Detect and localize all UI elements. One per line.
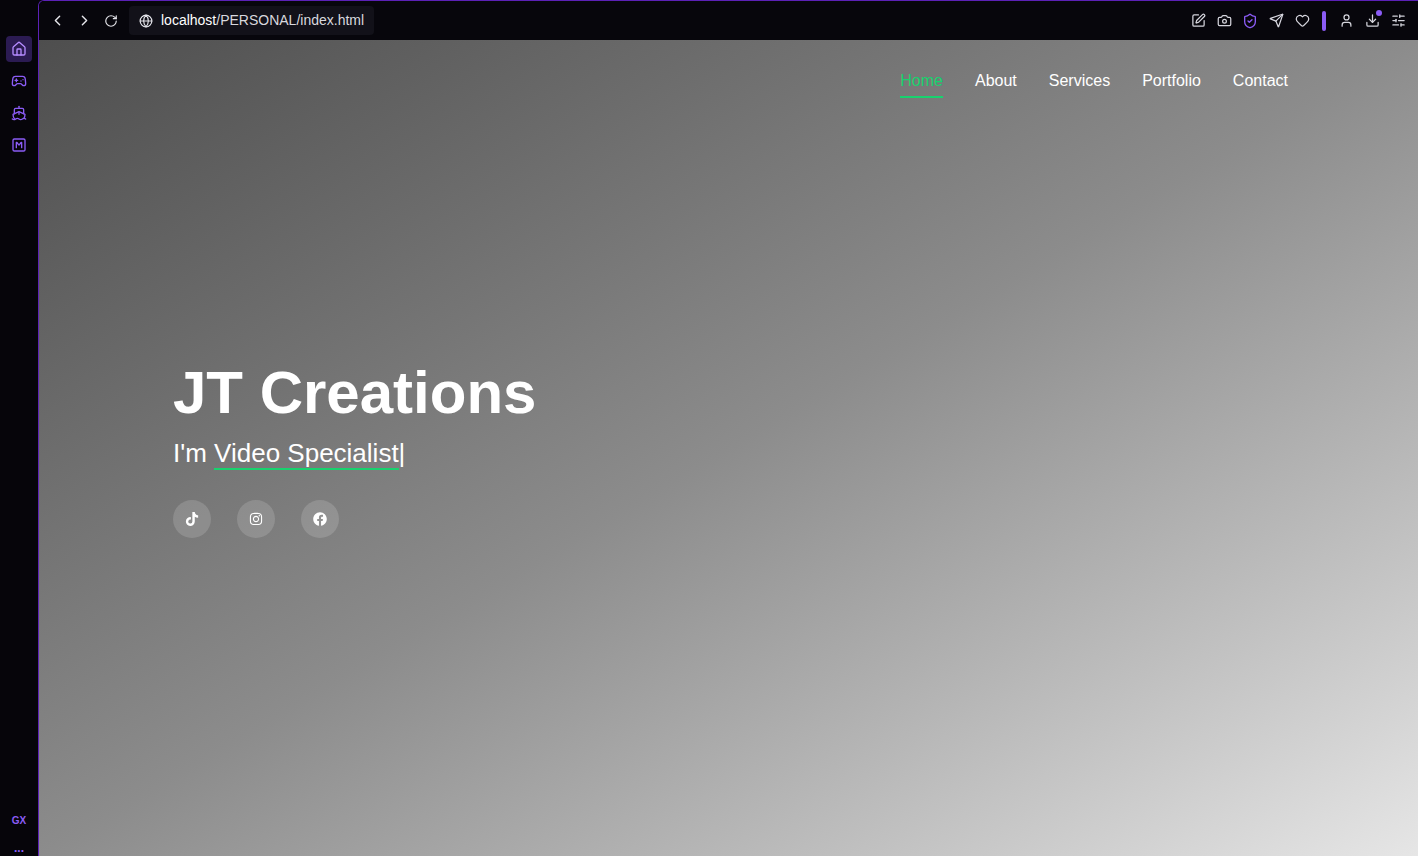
social-link[interactable] (301, 500, 339, 538)
nav-link[interactable]: Services (1049, 70, 1110, 98)
social-link[interactable] (237, 500, 275, 538)
browser-sidebar: GX... (0, 0, 38, 856)
browser-toolbar: localhost/PERSONAL/index.html (39, 1, 1418, 40)
settings-icon (1391, 13, 1406, 28)
edit-button[interactable] (1186, 9, 1210, 33)
reload-icon (104, 14, 118, 28)
forward-icon (76, 12, 93, 29)
typed-text: Video Specialist (214, 438, 399, 470)
user-icon (1339, 13, 1354, 28)
sidebar-item[interactable] (6, 132, 32, 158)
vpn-button[interactable] (1238, 9, 1262, 33)
typed-cursor: | (399, 438, 406, 468)
back-icon (49, 12, 66, 29)
address-bar[interactable]: localhost/PERSONAL/index.html (129, 6, 374, 35)
settings-button[interactable] (1386, 9, 1410, 33)
snapshot-icon (1217, 13, 1232, 28)
m-icon (11, 137, 27, 153)
heart-button[interactable] (1290, 9, 1314, 33)
globe-icon (139, 14, 153, 28)
heart-icon (1295, 13, 1310, 28)
edit-icon (1191, 13, 1206, 28)
browser-window: GX... localhost/PERSONAL/index.html Home Ab… (0, 0, 1418, 856)
hero-title: JT Creations (173, 360, 1288, 426)
tiktok-icon (185, 512, 199, 526)
site-nav: Home About Services Portfolio Contact (173, 40, 1288, 98)
back-button[interactable] (45, 9, 69, 33)
sidebar-item[interactable] (6, 68, 32, 94)
games-icon (11, 73, 27, 89)
send-button[interactable] (1264, 9, 1288, 33)
sidebar-item[interactable] (6, 100, 32, 126)
reload-button[interactable] (99, 9, 123, 33)
forward-button[interactable] (72, 9, 96, 33)
browser-main: localhost/PERSONAL/index.html Home About Se… (38, 0, 1418, 856)
facebook-icon (313, 512, 327, 526)
hero-content: JT Creations I'm Video Specialist| (173, 360, 1288, 538)
vpn-icon (1242, 13, 1258, 29)
home-icon (11, 41, 27, 57)
download-badge (1376, 10, 1382, 16)
send-icon (1269, 13, 1284, 28)
snapshot-button[interactable] (1212, 9, 1236, 33)
nav-link[interactable]: Home (900, 70, 943, 98)
nav-link[interactable]: Portfolio (1142, 70, 1201, 98)
address-text: localhost/PERSONAL/index.html (161, 10, 364, 31)
social-link[interactable] (173, 500, 211, 538)
ship-icon (11, 105, 27, 121)
toolbar-divider (1322, 11, 1326, 31)
more-label[interactable]: ... (14, 842, 24, 854)
gx-label[interactable]: GX (12, 813, 26, 828)
hero-section: Home About Services Portfolio Contact JT Crea… (39, 40, 1418, 856)
instagram-icon (249, 512, 263, 526)
nav-link[interactable]: Contact (1233, 70, 1288, 98)
hero-subtitle: I'm Video Specialist| (173, 436, 1288, 470)
user-button[interactable] (1334, 9, 1358, 33)
nav-link[interactable]: About (975, 70, 1017, 98)
social-links (173, 500, 1288, 538)
sidebar-item[interactable] (6, 36, 32, 62)
